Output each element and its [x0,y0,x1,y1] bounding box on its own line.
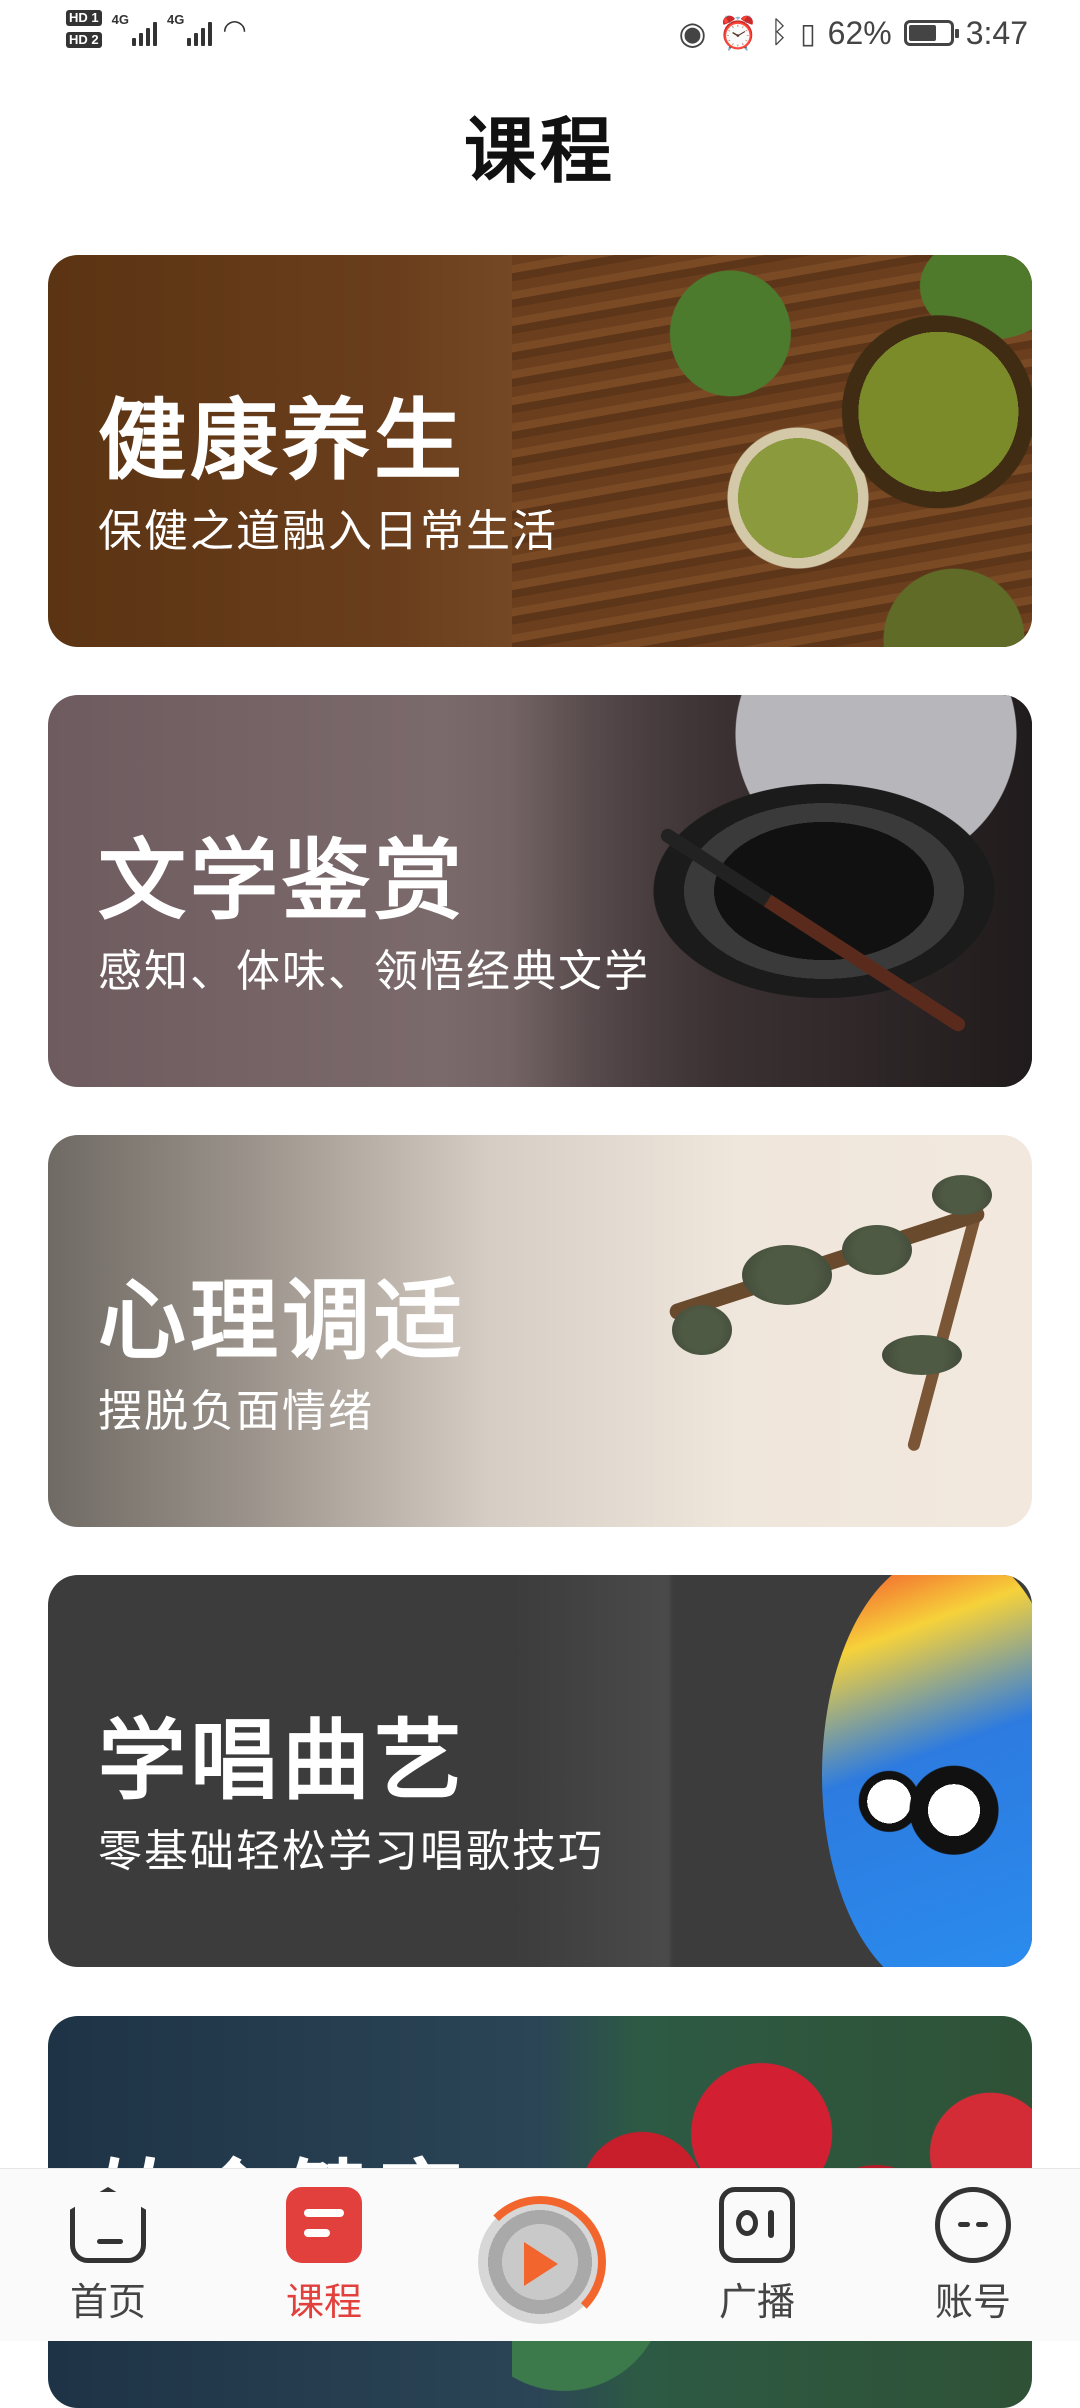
course-card-opera[interactable]: 学唱曲艺 零基础轻松学习唱歌技巧 [48,1575,1032,1967]
card-title: 心理调适 [98,1271,467,1370]
nav-label: 账号 [934,2282,1011,2324]
eye-icon: ◉ [678,15,707,51]
status-left: HD 1 HD 2 4G 4G ◠ [66,10,247,48]
wifi-icon: ◠ [222,13,247,45]
status-bar: HD 1 HD 2 4G 4G ◠ ◉ ⏰ ᛒ ▯ 62% 3:47 [0,0,1080,72]
battery-percent: 62% [827,14,892,51]
bluetooth-icon: ᛒ [770,16,789,49]
nav-item-account[interactable]: 账号 [898,2187,1048,2326]
card-title: 健康养生 [98,391,467,490]
radio-icon [719,2187,795,2263]
status-right: ◉ ⏰ ᛒ ▯ 62% 3:47 [678,14,1028,52]
card-image [512,255,1032,647]
battery-fill [908,25,936,41]
clock: 3:47 [965,14,1028,51]
play-icon [524,2242,558,2286]
card-image [512,1135,1032,1527]
nav-label: 课程 [285,2282,362,2324]
course-icon [286,2187,362,2263]
nav-item-course[interactable]: 课程 [249,2187,399,2326]
nav-item-radio[interactable]: 广播 [682,2187,832,2326]
account-icon [935,2187,1011,2263]
sim1-indicator: HD 1 [66,10,102,26]
card-title: 文学鉴赏 [98,831,467,930]
nav-label: 首页 [69,2282,146,2324]
nav-label: 广播 [718,2282,795,2324]
alarm-icon: ⏰ [718,15,759,51]
course-card-literature[interactable]: 文学鉴赏 感知、体味、领悟经典文学 [48,695,1032,1087]
card-subtitle: 摆脱负面情绪 [98,1387,374,1436]
card-title: 学唱曲艺 [98,1711,467,1810]
home-icon [70,2187,146,2263]
card-subtitle: 保健之道融入日常生活 [98,507,558,556]
opera-mask-image [822,1575,1032,1967]
signal-icon: 4G [167,12,213,46]
page-title: 课程 [463,112,616,192]
sim2-indicator: HD 2 [66,32,102,48]
player-button[interactable] [474,2196,606,2328]
card-subtitle: 感知、体味、领悟经典文学 [98,947,650,996]
course-card-psychology[interactable]: 心理调适 摆脱负面情绪 [48,1135,1032,1527]
nav-item-home[interactable]: 首页 [33,2187,183,2326]
battery-icon [903,20,959,46]
card-subtitle: 零基础轻松学习唱歌技巧 [98,1827,604,1876]
course-card-health[interactable]: 健康养生 保健之道融入日常生活 [48,255,1032,647]
signal-icon: 4G [112,12,157,46]
vibrate-icon: ▯ [800,17,816,49]
